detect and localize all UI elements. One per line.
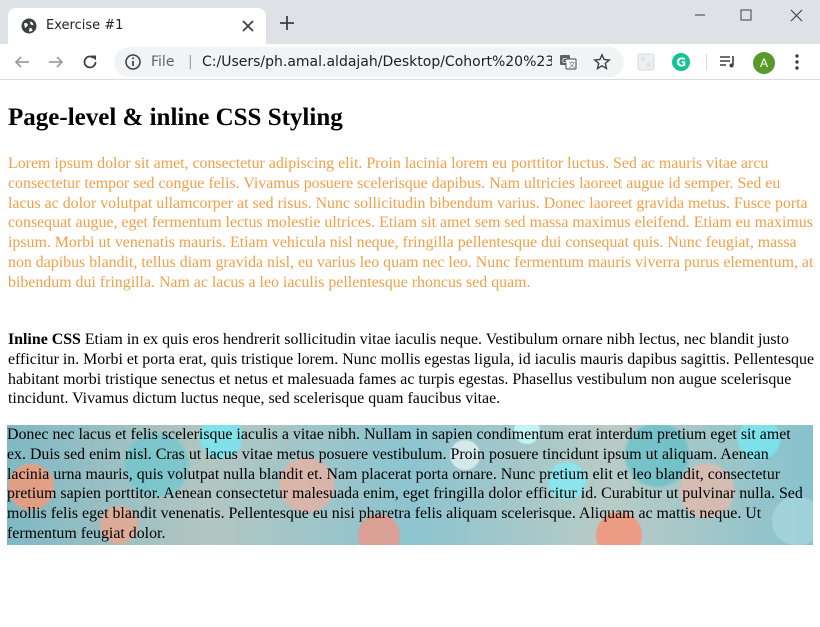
tab-title: Exercise #1 xyxy=(46,18,124,33)
maximize-icon[interactable] xyxy=(722,0,770,30)
globe-icon xyxy=(20,17,38,35)
reload-icon[interactable] xyxy=(76,48,104,76)
page-content: Page-level & inline CSS Styling Lorem ip… xyxy=(0,81,820,627)
toolbar-divider xyxy=(706,54,707,70)
extension-icon[interactable] xyxy=(636,52,656,72)
plus-icon[interactable] xyxy=(276,12,298,34)
url-scheme-label: File xyxy=(151,54,175,70)
star-icon[interactable] xyxy=(592,52,612,72)
forward-arrow-icon[interactable] xyxy=(42,48,70,76)
avatar[interactable]: A xyxy=(753,52,775,74)
browser-toolbar: File | C:/Users/ph.amal.aldajah/Desktop/… xyxy=(0,44,820,80)
minimize-icon[interactable] xyxy=(676,0,724,30)
kebab-menu-icon[interactable] xyxy=(787,52,807,72)
window-close-icon[interactable] xyxy=(772,0,820,30)
address-bar[interactable]: File | C:/Users/ph.amal.aldajah/Desktop/… xyxy=(114,47,624,77)
page-title: Page-level & inline CSS Styling xyxy=(8,104,343,131)
paragraph-orange: Lorem ipsum dolor sit amet, consectetur … xyxy=(8,155,814,291)
svg-text:G: G xyxy=(562,57,567,65)
close-icon[interactable] xyxy=(238,16,258,36)
browser-titlebar: Exercise #1 xyxy=(0,0,820,44)
translate-icon[interactable]: G文 xyxy=(558,52,578,72)
paragraph-background-image: Donec nec lacus et felis scelerisque iac… xyxy=(7,425,813,545)
back-arrow-icon[interactable] xyxy=(8,48,36,76)
paragraph-lead-bold: Inline CSS xyxy=(8,331,81,348)
url-separator: | xyxy=(188,54,193,70)
svg-text:G: G xyxy=(676,55,686,69)
paragraph-inline-css: Inline CSS Etiam in ex quis eros hendrer… xyxy=(8,330,816,409)
grammarly-icon[interactable]: G xyxy=(671,52,691,72)
paragraph-body: Etiam in ex quis eros hendrerit sollicit… xyxy=(8,331,814,408)
media-queue-icon[interactable] xyxy=(718,52,738,72)
url-text[interactable]: C:/Users/ph.amal.aldajah/Desktop/Cohort%… xyxy=(202,53,552,71)
svg-text:文: 文 xyxy=(569,60,576,69)
browser-tab[interactable]: Exercise #1 xyxy=(8,8,266,44)
info-icon[interactable] xyxy=(124,53,142,71)
